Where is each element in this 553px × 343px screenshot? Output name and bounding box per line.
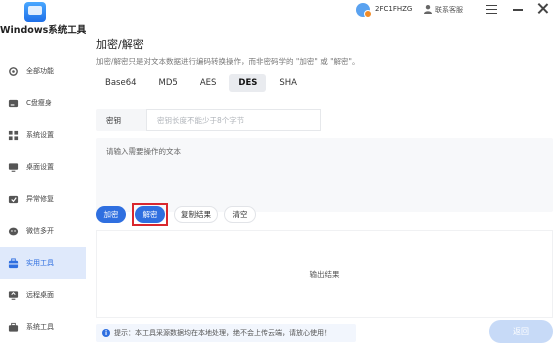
sidebar-item-label: 实用工具 (26, 259, 54, 267)
privacy-tip: i 提示：本工具采源数据均在本地处理，绝不会上传云端，请放心使用！ (96, 324, 356, 342)
encrypt-button[interactable]: 加密 (96, 205, 126, 223)
sidebar-item-system-tools[interactable]: 系统工具 (0, 311, 86, 343)
output-placeholder: 输出结果 (309, 269, 340, 279)
grid-icon (8, 130, 19, 140)
sidebar-item-desktop-settings[interactable]: 桌面设置 (0, 151, 86, 183)
page-description: 加密/解密只是对文本数据进行编码转换操作，而非密码学的 "加密" 或 "解密"。 (96, 57, 360, 66)
briefcase-icon (8, 322, 19, 332)
wechat-icon (8, 227, 19, 235)
sidebar-nav: 全部功能 C盘瘦身 系统设置 桌面设置 异常修复 微信多开 实用工具 远程桌面 (0, 55, 86, 343)
copy-result-button[interactable]: 复制结果 (174, 205, 218, 223)
info-icon: i (102, 329, 110, 337)
sidebar-item-wechat[interactable]: 微信多开 (0, 215, 86, 247)
algorithm-tabs: Base64 MD5 AES DES SHA (96, 74, 310, 92)
key-row: 密钥 密钥长度不能少于8个字节 (96, 109, 321, 131)
sidebar-item-remote-desktop[interactable]: 远程桌面 (0, 279, 86, 311)
app-logo-icon (24, 2, 46, 22)
input-textarea[interactable]: 请输入需要操作的文本 (96, 138, 553, 212)
menu-icon[interactable] (486, 5, 497, 14)
key-label: 密钥 (106, 116, 121, 125)
tip-text: 提示：本工具采源数据均在本地处理，绝不会上传云端，请放心使用！ (114, 329, 331, 337)
sidebar-item-system-settings[interactable]: 系统设置 (0, 119, 86, 151)
tab-md5[interactable]: MD5 (150, 74, 187, 92)
sidebar-item-label: 系统工具 (26, 323, 54, 331)
sidebar-item-label: 全部功能 (26, 67, 54, 75)
minimize-icon[interactable] (513, 9, 523, 11)
page-title: 加密/解密 (96, 38, 144, 51)
toolbox-icon (8, 257, 19, 268)
sidebar-item-label: 远程桌面 (26, 291, 54, 299)
clear-button[interactable]: 清空 (224, 205, 256, 223)
sidebar-item-label: C盘瘦身 (26, 99, 52, 107)
sidebar-item-label: 异常修复 (26, 195, 54, 203)
support-person-icon[interactable] (423, 4, 433, 14)
wrench-icon (8, 195, 19, 203)
contact-support-link[interactable]: 联系客服 (435, 5, 463, 15)
sidebar-item-c-drive[interactable]: C盘瘦身 (0, 87, 86, 119)
action-buttons: 加密 解密 复制结果 清空 (96, 202, 262, 226)
key-input[interactable]: 密钥长度不能少于8个字节 (146, 109, 321, 131)
remote-icon (8, 290, 19, 300)
back-button[interactable]: 返回 (489, 320, 553, 343)
close-icon[interactable] (537, 3, 548, 14)
tab-sha[interactable]: SHA (270, 74, 306, 92)
app-name: Windows系统工具 (0, 25, 87, 36)
sidebar: Windows系统工具 全部功能 C盘瘦身 系统设置 桌面设置 异常修复 微信多… (0, 0, 86, 343)
tab-aes[interactable]: AES (191, 74, 226, 92)
sidebar-item-repair[interactable]: 异常修复 (0, 183, 86, 215)
tab-des[interactable]: DES (229, 74, 267, 92)
avatar[interactable] (356, 3, 372, 18)
top-bar: 2FC1FHZG 联系客服 (86, 0, 553, 22)
sidebar-item-label: 微信多开 (26, 227, 54, 235)
sidebar-item-label: 桌面设置 (26, 163, 54, 171)
decrypt-button[interactable]: 解密 (135, 205, 165, 223)
sidebar-item-utilities[interactable]: 实用工具 (0, 247, 86, 279)
tab-base64[interactable]: Base64 (96, 74, 146, 92)
output-area[interactable]: 输出结果 (96, 230, 553, 318)
user-id: 2FC1FHZG (375, 5, 413, 13)
gear-icon (9, 66, 18, 76)
sidebar-item-label: 系统设置 (26, 131, 54, 139)
main-panel: 加密/解密 加密/解密只是对文本数据进行编码转换操作，而非密码学的 "加密" 或… (86, 22, 553, 343)
disk-icon (8, 99, 19, 107)
decrypt-highlight: 解密 (132, 202, 168, 226)
monitor-icon (8, 162, 19, 172)
sidebar-item-all-features[interactable]: 全部功能 (0, 55, 86, 87)
